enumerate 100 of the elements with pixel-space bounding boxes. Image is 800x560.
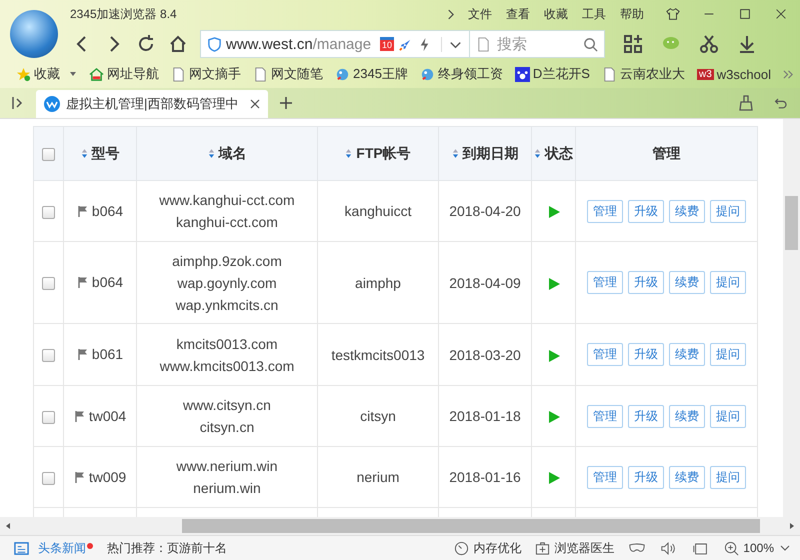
chevron-right-icon[interactable] [446, 8, 454, 20]
bookmark-label: 终身领工资 [438, 65, 503, 83]
action-button[interactable]: 提问 [710, 343, 746, 366]
expiry-date-text: 2018-03-20 [449, 346, 521, 362]
bookmark-label: w3school [716, 66, 771, 82]
expiry-date-text: 2018-01-16 [449, 469, 521, 485]
domain-text: www.kmcits0013.com [158, 356, 296, 376]
scroll-left-icon[interactable] [4, 522, 12, 530]
menu-item[interactable]: 文件 [468, 6, 492, 22]
double-chevron-icon[interactable] [782, 68, 794, 80]
zoom-control[interactable]: 100% [724, 540, 790, 556]
scissors-icon[interactable] [699, 34, 719, 54]
expiry-date-text: 2018-04-09 [449, 274, 521, 290]
site-logo-icon [44, 96, 60, 112]
action-button[interactable]: 提问 [710, 200, 746, 222]
bookmark-item[interactable]: 终身领工资 [420, 65, 503, 83]
refresh-icon[interactable] [136, 34, 156, 54]
menu-item[interactable]: 收藏 [544, 6, 568, 22]
bookmark-item[interactable]: D兰花开S [514, 65, 590, 83]
bookmark-item[interactable]: 收藏 [16, 65, 77, 83]
apps-grid-icon[interactable] [623, 34, 643, 54]
expiry-date-text: 2018-01-18 [449, 408, 521, 424]
hot-recommendation-link[interactable]: 热门推荐：页游前十名 [107, 540, 227, 556]
vertical-scrollbar[interactable] [783, 119, 800, 517]
action-button[interactable]: 管理 [587, 404, 623, 428]
bird-icon [420, 66, 435, 82]
row-checkbox[interactable] [42, 349, 55, 362]
bookmark-item[interactable]: 网文随笔 [253, 65, 323, 83]
sort-icon[interactable] [345, 148, 352, 158]
sort-icon[interactable] [80, 148, 88, 158]
close-icon[interactable] [774, 7, 788, 21]
bookmark-item[interactable]: 网文摘手 [171, 65, 241, 83]
action-button[interactable]: 管理 [587, 343, 623, 366]
action-button[interactable]: 升级 [628, 271, 664, 294]
url-text: www.west.cn/manage [226, 36, 372, 52]
bookmark-item[interactable]: 网址导航 [89, 65, 159, 83]
zoom-in-icon [724, 540, 740, 556]
scroll-right-icon[interactable] [788, 522, 796, 530]
action-button[interactable]: 续费 [669, 466, 705, 488]
action-button[interactable]: 续费 [669, 404, 705, 428]
sort-icon[interactable] [208, 148, 214, 158]
plus-icon[interactable] [280, 97, 292, 109]
action-button[interactable]: 管理 [587, 271, 623, 294]
horizontal-scrollbar[interactable] [0, 517, 800, 535]
broom-icon[interactable] [738, 95, 754, 111]
model-text: b061 [92, 345, 124, 364]
browser-doctor-button[interactable]: 浏览器医生 [535, 540, 614, 556]
shirt-icon[interactable] [666, 7, 680, 21]
sort-icon[interactable] [452, 148, 458, 158]
model-text: b064 [92, 273, 124, 292]
search-field[interactable]: 搜索 [495, 34, 579, 54]
flag-icon [76, 348, 89, 360]
action-button[interactable]: 提问 [710, 404, 746, 428]
globe-logo-icon [10, 10, 58, 58]
flag-icon [76, 204, 89, 216]
select-all-checkbox[interactable] [42, 148, 55, 162]
action-button[interactable]: 升级 [628, 200, 664, 222]
action-button[interactable]: 续费 [669, 271, 705, 294]
row-checkbox[interactable] [42, 410, 55, 424]
news-link[interactable]: 头条新闻 [38, 540, 86, 556]
bookmark-item[interactable]: w3 w3school [696, 66, 771, 82]
address-bar[interactable]: www.west.cn/manage 10 [200, 30, 470, 58]
menu-item[interactable]: 查看 [506, 6, 530, 22]
search-bar[interactable]: 搜索 [470, 30, 605, 58]
model-text: tw004 [88, 406, 126, 426]
action-button[interactable]: 续费 [669, 343, 705, 366]
action-button[interactable]: 管理 [587, 200, 623, 222]
sort-icon[interactable] [534, 148, 541, 158]
action-button[interactable]: 升级 [628, 404, 664, 428]
browser-tab[interactable]: 虚拟主机管理|西部数码管理中 [36, 90, 268, 118]
action-button[interactable]: 续费 [669, 200, 705, 222]
action-button[interactable]: 提问 [710, 271, 746, 294]
menu-item[interactable]: 工具 [582, 6, 606, 22]
logo-badge: w3 [696, 68, 714, 80]
page-icon [602, 66, 617, 82]
calendar-badge[interactable]: 10 [380, 37, 394, 51]
search-icon[interactable] [583, 36, 598, 52]
maximize-icon[interactable] [738, 7, 752, 21]
action-button[interactable]: 提问 [710, 466, 746, 488]
bookmark-item[interactable]: 云南农业大 [602, 65, 685, 83]
close-icon[interactable] [250, 99, 260, 109]
column-header: 域名 [218, 144, 246, 160]
ftp-account-text: kanghuicct [344, 203, 412, 219]
caret-icon[interactable] [69, 70, 77, 78]
newspaper-icon[interactable] [14, 540, 29, 556]
bookmark-item[interactable]: 2345王牌 [335, 65, 408, 83]
row-checkbox[interactable] [42, 277, 55, 290]
menu-item[interactable]: 帮助 [620, 6, 644, 22]
memory-optimize-button[interactable]: 内存优化 [454, 540, 522, 556]
row-checkbox[interactable] [42, 206, 55, 219]
action-button[interactable]: 升级 [628, 343, 664, 366]
home-icon[interactable] [168, 34, 188, 54]
action-button[interactable]: 管理 [587, 466, 623, 488]
page-icon [171, 66, 186, 82]
download-icon[interactable] [737, 34, 757, 54]
caret-icon [780, 544, 790, 552]
action-button[interactable]: 升级 [628, 466, 664, 488]
shield-icon [207, 36, 222, 52]
dropdown-caret-icon[interactable] [441, 36, 463, 52]
row-checkbox[interactable] [42, 472, 55, 485]
